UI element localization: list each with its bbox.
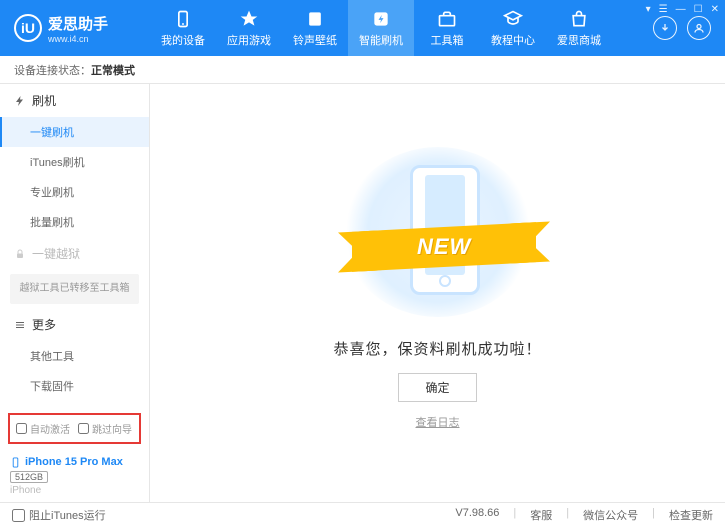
auto-activate-checkbox[interactable]: 自动激活 [16, 421, 70, 436]
window-controls: ▾ ☰ — ☐ ✕ [646, 4, 719, 15]
nav-label: 我的设备 [161, 32, 205, 48]
version-label: V7.98.66 [455, 507, 499, 523]
menu-icon[interactable]: ▾ [646, 4, 651, 15]
main: 刷机 一键刷机 iTunes刷机 专业刷机 批量刷机 一键越狱 越狱工具已转移至… [0, 84, 725, 502]
group-title: 一键越狱 [32, 245, 80, 262]
sidebar-item-pro[interactable]: 专业刷机 [0, 177, 149, 207]
checkbox-label: 跳过向导 [92, 421, 132, 436]
group-title: 刷机 [32, 92, 56, 109]
status-prefix: 设备连接状态： [14, 62, 91, 78]
app-url: www.i4.cn [48, 34, 108, 44]
sidebar-item-batch[interactable]: 批量刷机 [0, 207, 149, 237]
sidebar-item-itunes[interactable]: iTunes刷机 [0, 147, 149, 177]
device-storage: 512GB [10, 471, 48, 483]
sidebar-group-more[interactable]: 更多 [0, 308, 149, 341]
status-value: 正常模式 [91, 62, 135, 78]
sidebar-item-advanced[interactable]: 高级功能 [0, 401, 149, 407]
checkbox-label: 自动激活 [30, 421, 70, 436]
ribbon-text: NEW [416, 234, 470, 260]
sidebar: 刷机 一键刷机 iTunes刷机 专业刷机 批量刷机 一键越狱 越狱工具已转移至… [0, 84, 150, 502]
nav-toolbox[interactable]: 工具箱 [414, 0, 480, 56]
separator: | [566, 507, 569, 523]
settings-icon[interactable]: ☰ [659, 4, 668, 15]
wechat-link[interactable]: 微信公众号 [583, 507, 638, 523]
status-row: 设备连接状态： 正常模式 [0, 56, 725, 84]
sidebar-item-oneclick[interactable]: 一键刷机 [0, 117, 149, 147]
auto-activate-input[interactable] [16, 423, 27, 434]
nav-tutorials[interactable]: 教程中心 [480, 0, 546, 56]
group-title: 更多 [32, 316, 56, 333]
nav-label: 教程中心 [491, 32, 535, 48]
separator: | [513, 507, 516, 523]
minimize-icon[interactable]: — [676, 4, 686, 15]
titlebar: iU 爱思助手 www.i4.cn 我的设备 应用游戏 铃声壁纸 智能刷机 工具… [0, 0, 725, 56]
nav-smart-flash[interactable]: 智能刷机 [348, 0, 414, 56]
sidebar-item-other-tools[interactable]: 其他工具 [0, 341, 149, 371]
nav-label: 工具箱 [431, 32, 464, 48]
success-illustration: NEW [338, 145, 538, 320]
block-itunes-input[interactable] [12, 509, 25, 522]
separator: | [652, 507, 655, 523]
nav-apps-games[interactable]: 应用游戏 [216, 0, 282, 56]
nav-label: 智能刷机 [359, 32, 403, 48]
sidebar-group-flash[interactable]: 刷机 [0, 84, 149, 117]
check-update-link[interactable]: 检查更新 [669, 507, 713, 523]
user-button[interactable] [687, 16, 711, 40]
footer: 阻止iTunes运行 V7.98.66 | 客服 | 微信公众号 | 检查更新 [0, 502, 725, 527]
logo-area: iU 爱思助手 www.i4.cn [0, 13, 150, 44]
block-itunes-checkbox[interactable]: 阻止iTunes运行 [12, 507, 106, 523]
skip-guide-checkbox[interactable]: 跳过向导 [78, 421, 132, 436]
header-actions [653, 16, 725, 40]
view-log-link[interactable]: 查看日志 [416, 414, 460, 430]
logo-icon: iU [14, 14, 42, 42]
checkbox-label: 阻止iTunes运行 [29, 507, 106, 523]
sidebar-item-download-fw[interactable]: 下载固件 [0, 371, 149, 401]
customer-service-link[interactable]: 客服 [530, 507, 552, 523]
download-button[interactable] [653, 16, 677, 40]
device-name-text: iPhone 15 Pro Max [25, 456, 123, 468]
ok-button[interactable]: 确定 [398, 373, 476, 402]
nav-label: 铃声壁纸 [293, 32, 337, 48]
maximize-icon[interactable]: ☐ [694, 4, 703, 15]
nav-my-device[interactable]: 我的设备 [150, 0, 216, 56]
top-nav: 我的设备 应用游戏 铃声壁纸 智能刷机 工具箱 教程中心 爱思商城 [150, 0, 653, 56]
device-name[interactable]: iPhone 15 Pro Max [10, 456, 139, 468]
app-name: 爱思助手 [48, 13, 108, 34]
device-info: iPhone 15 Pro Max 512GB iPhone [0, 450, 149, 502]
nav-label: 应用游戏 [227, 32, 271, 48]
device-type: iPhone [10, 485, 139, 496]
nav-mall[interactable]: 爱思商城 [546, 0, 612, 56]
sidebar-group-jailbreak[interactable]: 一键越狱 [0, 237, 149, 270]
nav-ringtones[interactable]: 铃声壁纸 [282, 0, 348, 56]
skip-guide-input[interactable] [78, 423, 89, 434]
nav-label: 爱思商城 [557, 32, 601, 48]
sidebar-jailbreak-note: 越狱工具已转移至工具箱 [10, 274, 139, 304]
activation-options: 自动激活 跳过向导 [8, 413, 141, 444]
content-area: NEW 恭喜您，保资料刷机成功啦！ 确定 查看日志 [150, 84, 725, 502]
close-icon[interactable]: ✕ [711, 4, 719, 15]
success-message: 恭喜您，保资料刷机成功啦！ [333, 338, 541, 359]
